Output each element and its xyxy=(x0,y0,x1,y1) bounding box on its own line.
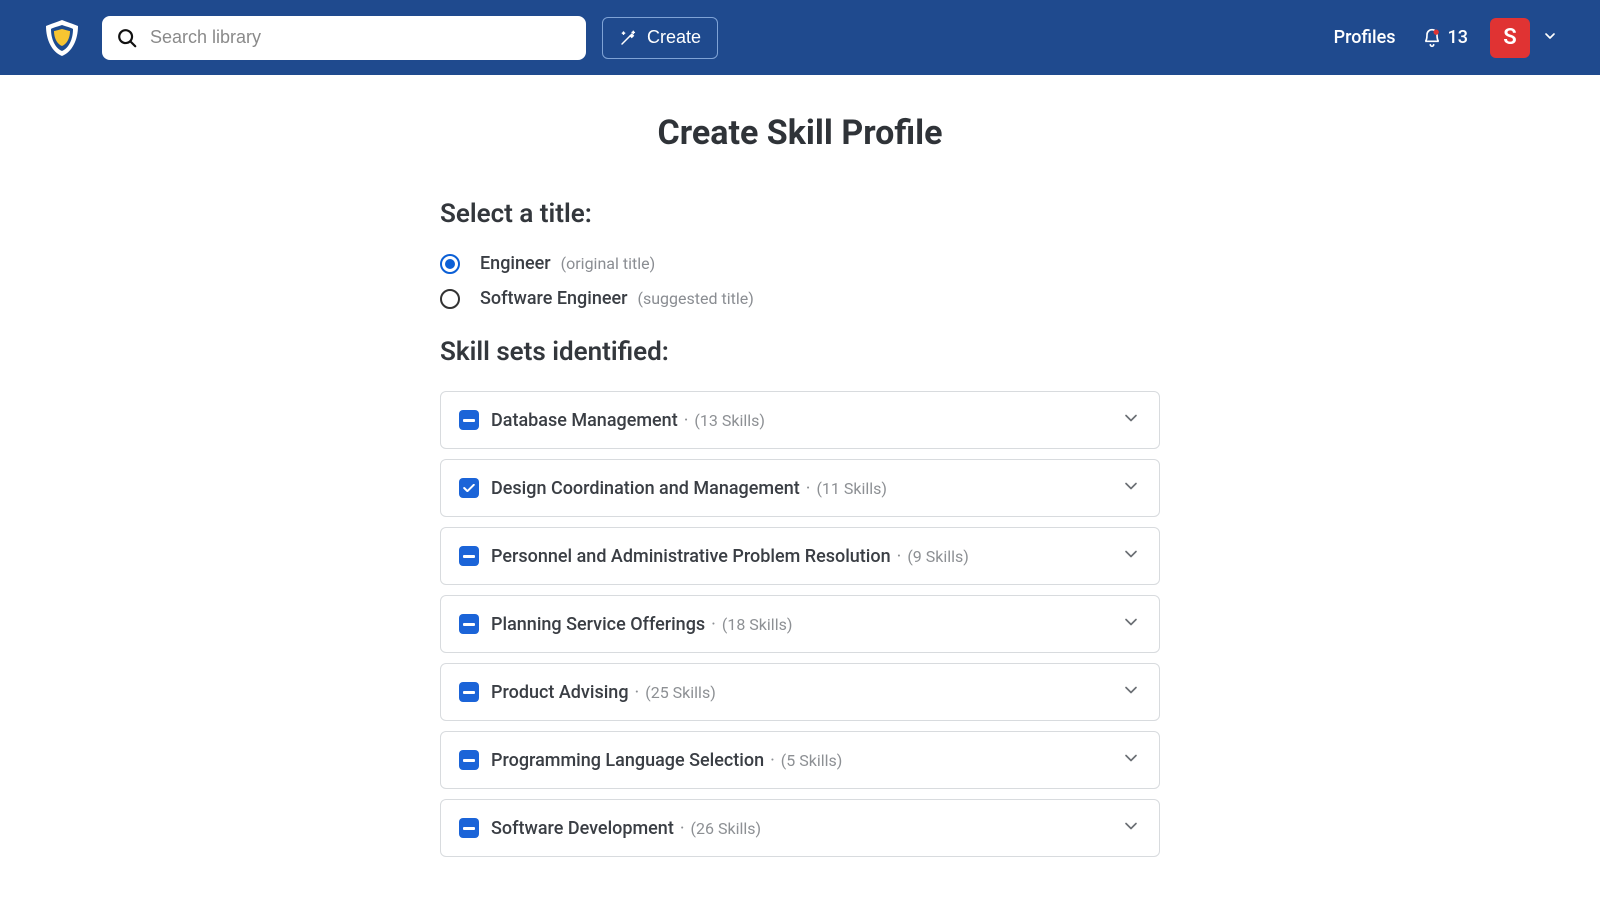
checkbox-indeterminate-icon[interactable] xyxy=(459,614,479,634)
create-button[interactable]: Create xyxy=(602,17,718,59)
title-option-hint: (original title) xyxy=(561,254,656,273)
skill-set-name: Product Advising xyxy=(491,682,629,703)
separator-dot: · xyxy=(806,478,811,499)
skill-set-name: Design Coordination and Management xyxy=(491,478,800,499)
avatar-letter: S xyxy=(1503,25,1516,50)
checkbox-indeterminate-icon[interactable] xyxy=(459,546,479,566)
chevron-down-icon[interactable] xyxy=(1121,544,1141,568)
skill-set-row[interactable]: Software Development · (26 Skills) xyxy=(440,799,1160,857)
skill-set-row[interactable]: Product Advising · (25 Skills) xyxy=(440,663,1160,721)
skill-set-count: (11 Skills) xyxy=(816,479,887,498)
skill-set-row[interactable]: Personnel and Administrative Problem Res… xyxy=(440,527,1160,585)
skill-set-row[interactable]: Database Management · (13 Skills) xyxy=(440,391,1160,449)
search-input-wrapper[interactable] xyxy=(102,16,586,60)
separator-dot: · xyxy=(680,818,685,839)
search-input[interactable] xyxy=(150,27,572,48)
skill-set-count: (13 Skills) xyxy=(694,411,765,430)
separator-dot: · xyxy=(897,546,902,567)
page-title: Create Skill Profile xyxy=(440,113,1160,153)
skill-set-count: (18 Skills) xyxy=(722,615,793,634)
chevron-down-icon xyxy=(1542,28,1558,44)
separator-dot: · xyxy=(770,750,775,771)
checkbox-indeterminate-icon[interactable] xyxy=(459,410,479,430)
skill-set-row[interactable]: Planning Service Offerings · (18 Skills) xyxy=(440,595,1160,653)
title-option-label: Engineer xyxy=(480,253,551,274)
radio-selected-icon xyxy=(440,254,460,274)
magic-wand-icon xyxy=(619,29,637,47)
skill-set-name: Planning Service Offerings xyxy=(491,614,705,635)
chevron-down-icon[interactable] xyxy=(1121,816,1141,840)
chevron-down-icon[interactable] xyxy=(1121,680,1141,704)
select-title-label: Select a title: xyxy=(440,199,1160,229)
skill-set-count: (9 Skills) xyxy=(907,547,969,566)
title-option-hint: (suggested title) xyxy=(637,289,753,308)
skill-set-count: (5 Skills) xyxy=(781,751,843,770)
checkbox-indeterminate-icon[interactable] xyxy=(459,682,479,702)
skill-set-name: Personnel and Administrative Problem Res… xyxy=(491,546,891,567)
search-icon xyxy=(116,27,138,49)
account-menu-caret[interactable] xyxy=(1542,28,1558,48)
title-option-label: Software Engineer xyxy=(480,288,627,309)
skill-set-count: (26 Skills) xyxy=(691,819,762,838)
separator-dot: · xyxy=(711,614,716,635)
separator-dot: · xyxy=(684,410,689,431)
skill-sets-label: Skill sets identified: xyxy=(440,337,1160,367)
skill-set-row[interactable]: Programming Language Selection · (5 Skills… xyxy=(440,731,1160,789)
checkbox-indeterminate-icon[interactable] xyxy=(459,750,479,770)
app-header: Create Profiles 13 S xyxy=(0,0,1600,75)
checkbox-checked-icon[interactable] xyxy=(459,478,479,498)
skill-set-row[interactable]: Design Coordination and Management · (11 S… xyxy=(440,459,1160,517)
radio-unselected-icon xyxy=(440,289,460,309)
skill-set-name: Programming Language Selection xyxy=(491,750,764,771)
skill-set-count: (25 Skills) xyxy=(645,683,716,702)
chevron-down-icon[interactable] xyxy=(1121,476,1141,500)
separator-dot: · xyxy=(635,682,640,703)
chevron-down-icon[interactable] xyxy=(1121,612,1141,636)
create-button-label: Create xyxy=(647,27,701,48)
profiles-link[interactable]: Profiles xyxy=(1334,27,1396,48)
notification-count: 13 xyxy=(1448,27,1468,48)
title-option-engineer[interactable]: Engineer (original title) xyxy=(440,253,1160,274)
avatar[interactable]: S xyxy=(1490,18,1530,58)
checkbox-indeterminate-icon[interactable] xyxy=(459,818,479,838)
chevron-down-icon[interactable] xyxy=(1121,748,1141,772)
chevron-down-icon[interactable] xyxy=(1121,408,1141,432)
main-content: Create Skill Profile Select a title: Eng… xyxy=(440,75,1160,907)
notifications-button[interactable]: 13 xyxy=(1422,27,1468,48)
bell-icon xyxy=(1422,28,1442,48)
skill-set-name: Database Management xyxy=(491,410,678,431)
app-logo xyxy=(42,18,82,58)
title-option-software-engineer[interactable]: Software Engineer (suggested title) xyxy=(440,288,1160,309)
skill-set-name: Software Development xyxy=(491,818,674,839)
